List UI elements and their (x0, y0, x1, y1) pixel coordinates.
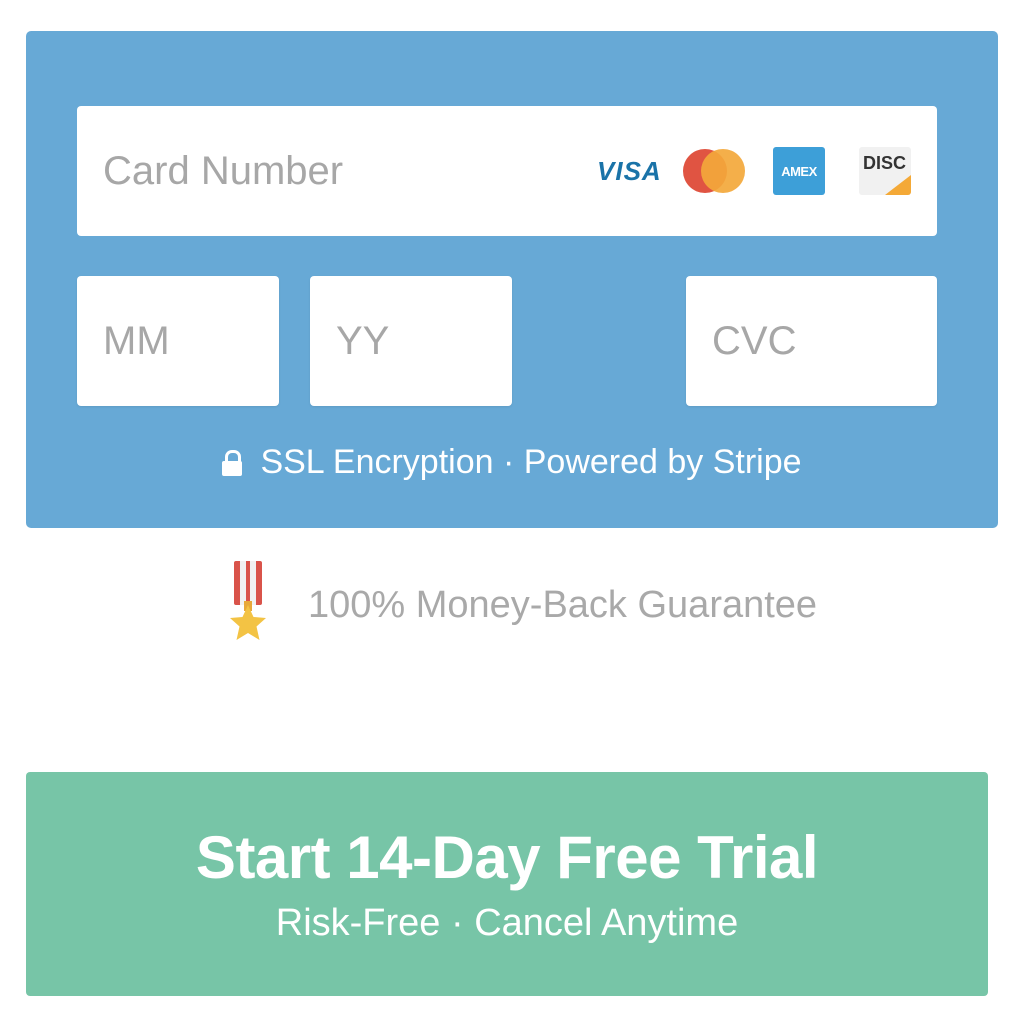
discover-logo: DISC (859, 147, 911, 195)
card-brand-logos: VISA AMEX DISC (597, 106, 911, 236)
card-number-input[interactable] (77, 106, 557, 236)
cvc-input[interactable] (686, 276, 937, 406)
visa-logo: VISA (597, 155, 662, 186)
expiry-month-input[interactable] (77, 276, 279, 406)
money-back-guarantee: 100% Money-Back Guarantee (226, 560, 817, 650)
guarantee-text: 100% Money-Back Guarantee (308, 583, 818, 626)
checkout-page: VISA AMEX DISC SSL Encryption · Powered … (0, 0, 1024, 1024)
security-text: SSL Encryption · Powered by Stripe (260, 443, 802, 481)
payment-card-panel: VISA AMEX DISC SSL Encryption · Powered … (26, 31, 998, 528)
card-number-field[interactable]: VISA AMEX DISC (77, 106, 937, 236)
discover-logo-label: DISC (863, 153, 907, 173)
cta-subtitle: Risk-Free · Cancel Anytime (275, 902, 739, 944)
cta-title: Start 14-Day Free Trial (195, 824, 819, 891)
expiry-year-input[interactable] (310, 276, 512, 406)
start-free-trial-button[interactable]: Start 14-Day Free Trial Risk-Free · Canc… (26, 772, 988, 996)
security-notice: SSL Encryption · Powered by Stripe (26, 443, 998, 482)
mastercard-logo (683, 149, 745, 193)
amex-logo: AMEX (773, 147, 825, 195)
medal-icon (230, 561, 266, 640)
lock-icon (222, 449, 243, 476)
